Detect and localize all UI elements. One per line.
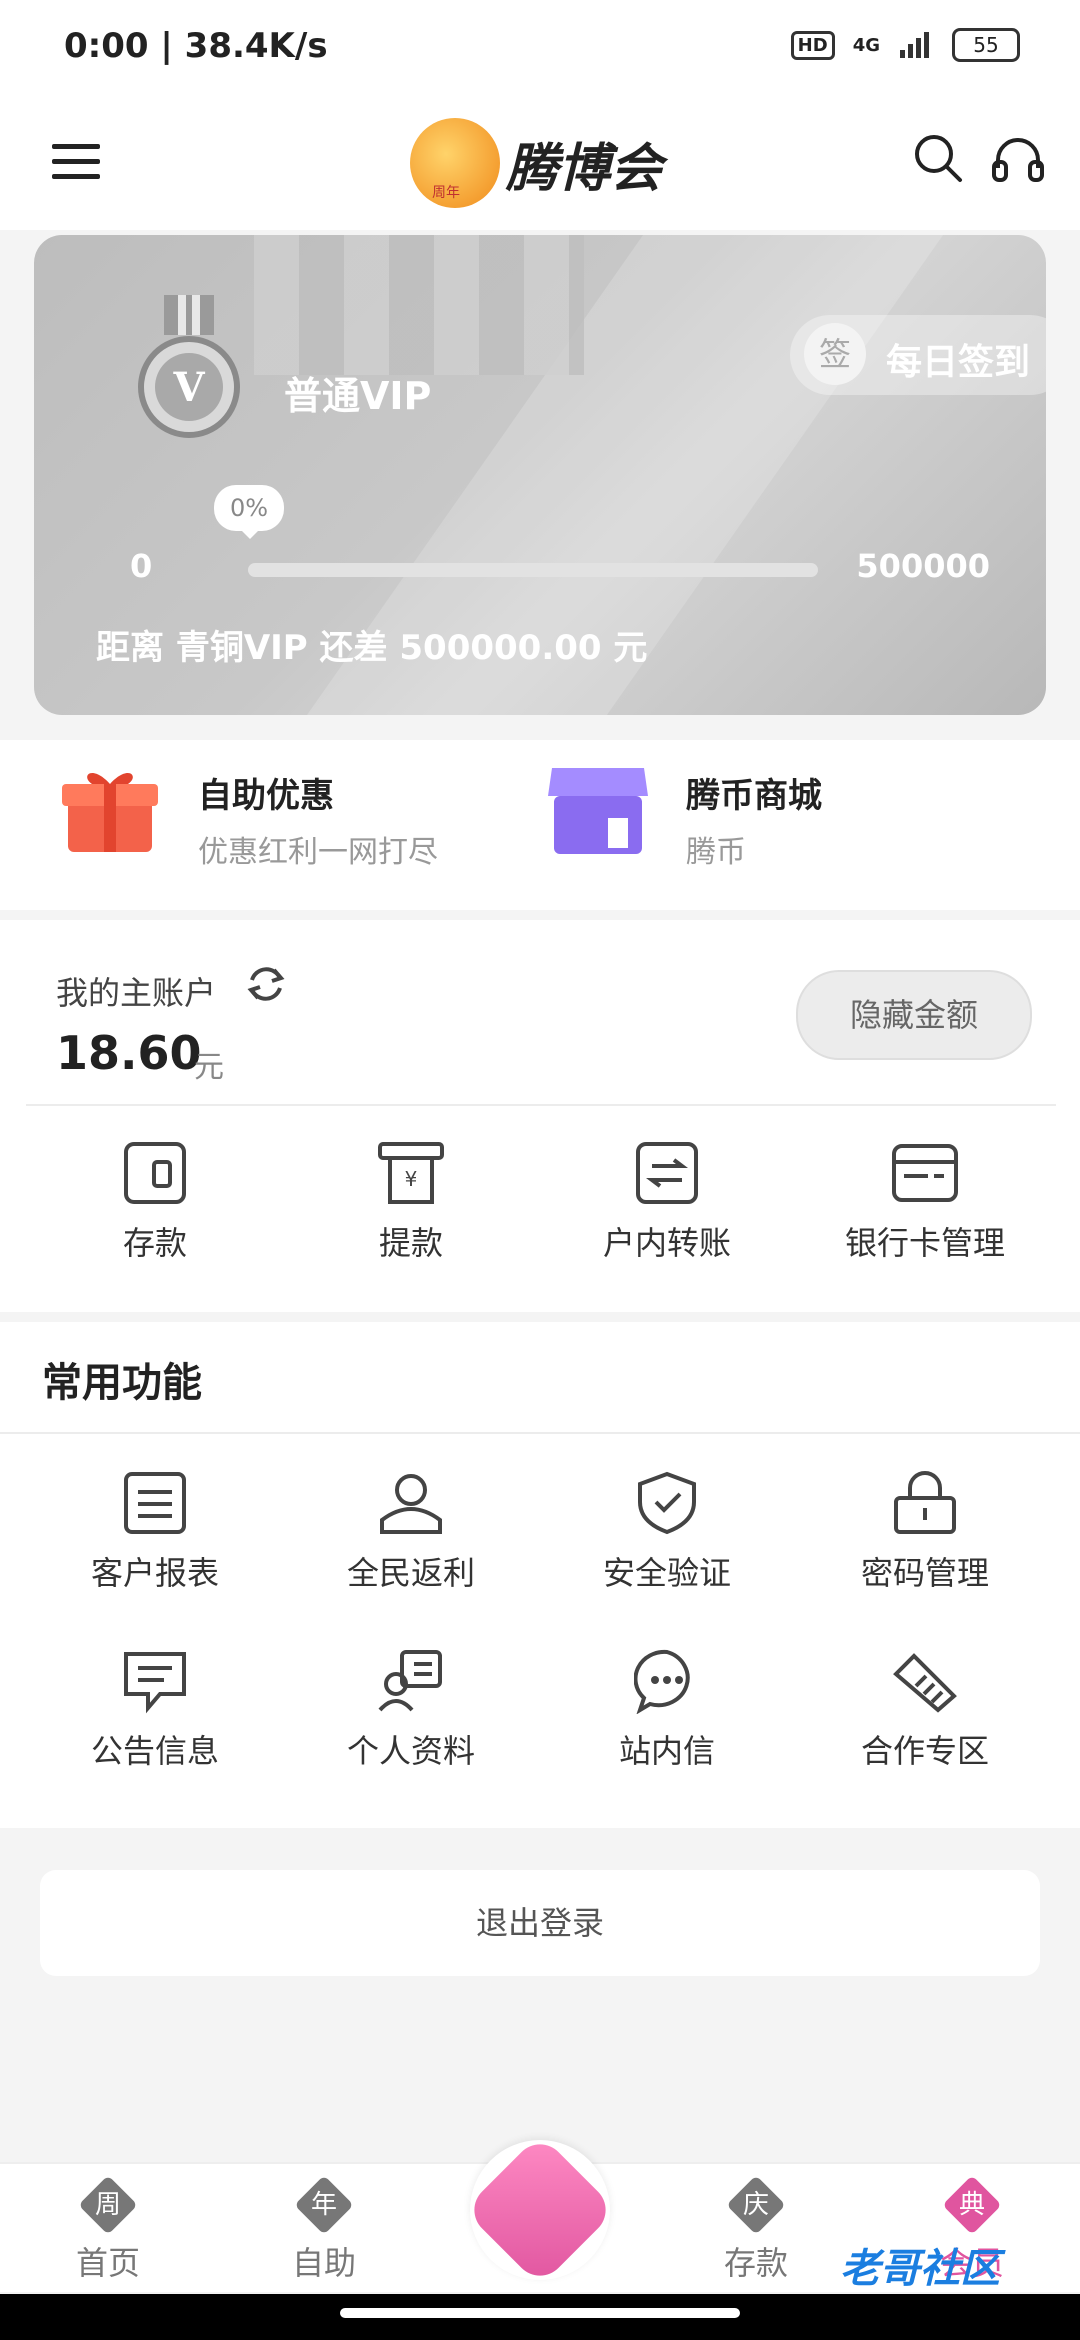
hd-icon: HD xyxy=(790,30,835,60)
tab-home[interactable]: 周 首页 xyxy=(28,2175,188,2284)
gift-icon xyxy=(62,773,158,852)
member-tab-icon: 典 xyxy=(942,2175,1002,2235)
progress-percent-bubble: 0% xyxy=(214,485,284,539)
deposit-action[interactable]: 存款 xyxy=(20,1140,290,1264)
promo-title: 腾币商城 xyxy=(686,776,822,816)
rebate-item[interactable]: 全民返利 xyxy=(276,1470,546,1594)
bank-card-icon xyxy=(892,1144,958,1202)
user-icon xyxy=(380,1474,442,1534)
tab-deposit[interactable]: 庆 存款 xyxy=(676,2175,836,2284)
home-tab-icon: 周 xyxy=(78,2175,138,2235)
password-item[interactable]: 密码管理 xyxy=(790,1470,1060,1594)
deposit-tab-icon: 庆 xyxy=(726,2175,786,2235)
center-promo-button[interactable] xyxy=(463,2133,617,2287)
shield-icon xyxy=(638,1471,696,1535)
self-service-tab-icon: 年 xyxy=(294,2175,354,2235)
customer-service-icon[interactable] xyxy=(990,132,1046,188)
search-icon[interactable] xyxy=(912,132,964,184)
status-bar: 0:00 | 38.4K/s HD 4G 55 xyxy=(0,0,1080,100)
promo-coin-mall[interactable]: 腾币商城 腾币 xyxy=(540,740,1080,910)
menu-icon[interactable] xyxy=(52,144,100,180)
customer-report-item[interactable]: 客户报表 xyxy=(20,1470,290,1594)
section-title: 常用功能 xyxy=(42,1360,202,1406)
withdraw-action[interactable]: ¥ 提款 xyxy=(276,1140,546,1264)
chat-icon xyxy=(634,1649,690,1714)
watermark-logo: 老哥社区 xyxy=(840,2246,1000,2292)
daily-signin-button[interactable]: 签 每日签到 xyxy=(790,315,1046,395)
svg-text:¥: ¥ xyxy=(405,1167,418,1191)
store-icon xyxy=(548,768,648,854)
progress-max: 500000 xyxy=(856,547,990,585)
network-label: 4G xyxy=(852,34,880,56)
vip-upgrade-note: 距离 青铜VIP 还差 500000.00 元 xyxy=(96,628,648,668)
bank-card-action[interactable]: 银行卡管理 xyxy=(790,1140,1060,1264)
vip-level-label: 普通VIP xyxy=(284,374,432,418)
security-item[interactable]: 安全验证 xyxy=(532,1470,802,1594)
account-section: 我的主账户 18.60 元 隐藏金额 存款 ¥ 提款 户内转账 银行卡管理 xyxy=(0,920,1080,1312)
promo-section: 自助优惠 优惠红利一网打尽 腾币商城 腾币 xyxy=(0,740,1080,910)
wallet-icon xyxy=(124,1142,186,1204)
promo-title: 自助优惠 xyxy=(198,776,334,816)
refresh-icon[interactable] xyxy=(244,962,288,1006)
account-balance: 18.60 xyxy=(56,1026,202,1080)
progress-min: 0 xyxy=(130,547,153,585)
promo-subtitle: 优惠红利一网打尽 xyxy=(198,835,438,870)
signin-label: 每日签到 xyxy=(886,342,1031,383)
balance-unit: 元 xyxy=(194,1050,224,1085)
handshake-icon xyxy=(893,1653,957,1713)
announcement-item[interactable]: 公告信息 xyxy=(20,1648,290,1772)
avatar-blur xyxy=(254,235,584,375)
promo-subtitle: 腾币 xyxy=(686,835,746,870)
tab-self-service[interactable]: 年 自助 xyxy=(244,2175,404,2284)
status-time: 0:00 | 38.4K/s xyxy=(64,26,328,66)
report-icon xyxy=(124,1472,186,1534)
profile-icon xyxy=(378,1650,442,1712)
hide-amount-button[interactable]: 隐藏金额 xyxy=(796,970,1032,1060)
status-right: HD 4G 55 xyxy=(790,28,1020,62)
brand-logo: 周年 腾博会 xyxy=(410,118,680,208)
message-icon xyxy=(124,1652,186,1714)
signin-glyph: 签 xyxy=(804,323,866,385)
vip-medal-icon: V xyxy=(138,295,240,438)
logout-button[interactable]: 退出登录 xyxy=(40,1870,1040,1976)
svg-text:V: V xyxy=(172,364,205,411)
vip-card: V 普通VIP 签 每日签到 0% 0 500000 距离 青铜VIP 还差 5… xyxy=(34,235,1046,715)
profile-item[interactable]: 个人资料 xyxy=(276,1648,546,1772)
inbox-item[interactable]: 站内信 xyxy=(532,1648,802,1772)
lock-icon xyxy=(894,1471,956,1534)
gesture-bar[interactable] xyxy=(340,2308,740,2318)
logo-mark-icon: 周年 xyxy=(410,118,500,208)
brand-name: 腾博会 xyxy=(506,138,663,199)
vip-progress-bar xyxy=(248,563,818,577)
app-header: 周年 腾博会 xyxy=(0,100,1080,230)
transfer-icon xyxy=(636,1142,698,1204)
transfer-action[interactable]: 户内转账 xyxy=(532,1140,802,1264)
battery-icon: 55 xyxy=(952,28,1020,62)
signal-icon xyxy=(900,32,929,58)
common-functions-section: 常用功能 客户报表 全民返利 安全验证 密码管理 公告信息 个人资料 站内信 合… xyxy=(0,1322,1080,1828)
atm-icon: ¥ xyxy=(378,1142,444,1204)
promo-self-service[interactable]: 自助优惠 优惠红利一网打尽 xyxy=(0,740,540,910)
partner-item[interactable]: 合作专区 xyxy=(790,1648,1060,1772)
main-account-label: 我的主账户 xyxy=(56,974,217,1012)
